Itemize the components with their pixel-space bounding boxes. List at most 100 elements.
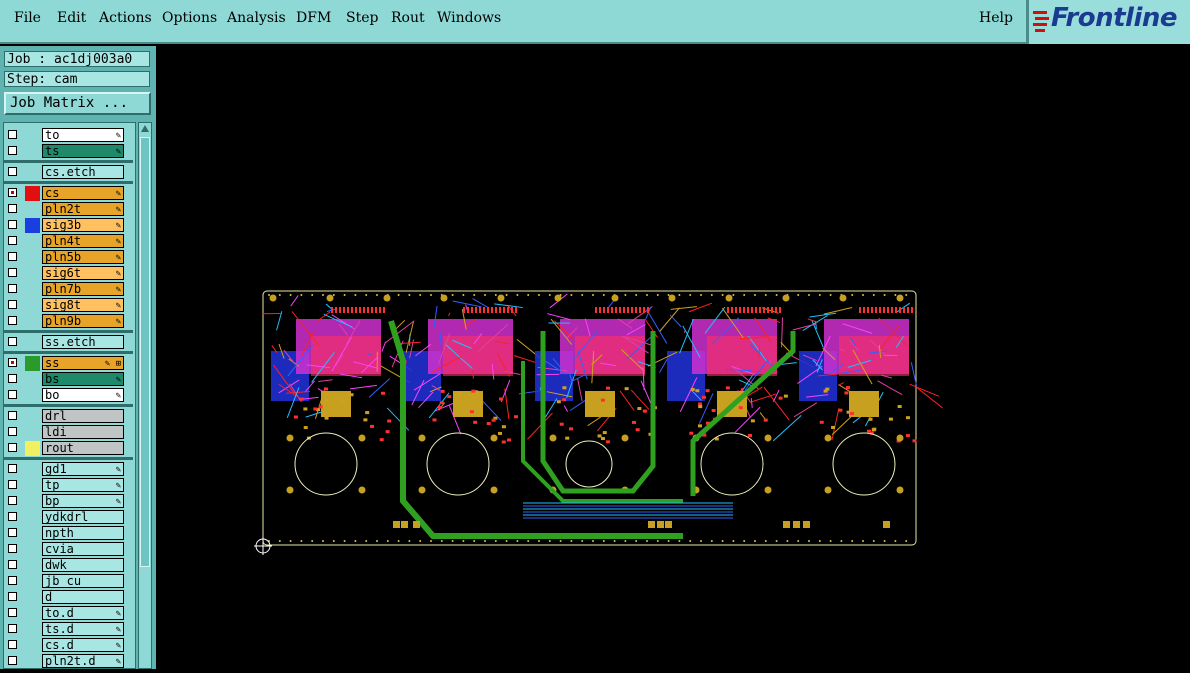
layer-color-swatch[interactable] bbox=[25, 510, 40, 525]
layer-row[interactable]: pln2t✎ bbox=[6, 202, 133, 217]
layer-checkbox[interactable] bbox=[8, 411, 17, 420]
layer-checkbox[interactable] bbox=[8, 268, 17, 277]
layer-color-swatch[interactable] bbox=[25, 202, 40, 217]
layer-row[interactable]: sig3b✎ bbox=[6, 218, 133, 233]
layer-color-swatch[interactable] bbox=[25, 494, 40, 509]
layer-name[interactable]: drl bbox=[42, 409, 124, 423]
layer-checkbox[interactable] bbox=[8, 512, 17, 521]
layer-color-swatch[interactable] bbox=[25, 218, 40, 233]
layer-row[interactable]: cvia bbox=[6, 542, 133, 557]
layer-row[interactable]: tp✎ bbox=[6, 478, 133, 493]
layer-color-swatch[interactable] bbox=[25, 574, 40, 589]
layer-checkbox[interactable] bbox=[8, 236, 17, 245]
layer-name[interactable]: dwk bbox=[42, 558, 124, 572]
layer-name[interactable]: bs✎ bbox=[42, 372, 124, 386]
layer-color-swatch[interactable] bbox=[25, 558, 40, 573]
layer-name[interactable]: bo✎ bbox=[42, 388, 124, 402]
layer-color-swatch[interactable] bbox=[25, 622, 40, 637]
layer-color-swatch[interactable] bbox=[25, 478, 40, 493]
layer-color-swatch[interactable] bbox=[25, 186, 40, 201]
layer-checkbox[interactable] bbox=[8, 624, 17, 633]
layer-row[interactable]: drl bbox=[6, 409, 133, 424]
layer-color-swatch[interactable] bbox=[25, 282, 40, 297]
layer-row[interactable]: gd1✎ bbox=[6, 462, 133, 477]
layer-checkbox[interactable] bbox=[8, 284, 17, 293]
layer-row[interactable]: pln4t✎ bbox=[6, 234, 133, 249]
layer-row[interactable]: sig6t✎ bbox=[6, 266, 133, 281]
layer-row[interactable]: to✎ bbox=[6, 128, 133, 143]
pcb-board-view[interactable] bbox=[156, 46, 1190, 669]
layer-checkbox[interactable] bbox=[8, 480, 17, 489]
layer-name[interactable]: cs.d✎ bbox=[42, 638, 124, 652]
layer-row[interactable]: sig8t✎ bbox=[6, 298, 133, 313]
menu-rout[interactable]: Rout bbox=[391, 10, 425, 26]
layer-color-swatch[interactable] bbox=[25, 409, 40, 424]
layer-checkbox[interactable] bbox=[8, 300, 17, 309]
layer-color-swatch[interactable] bbox=[25, 462, 40, 477]
layer-color-swatch[interactable] bbox=[25, 250, 40, 265]
layer-row[interactable]: bs✎ bbox=[6, 372, 133, 387]
layer-name[interactable]: rout bbox=[42, 441, 124, 455]
menu-actions[interactable]: Actions bbox=[99, 10, 152, 26]
layer-name[interactable]: ts.d✎ bbox=[42, 622, 124, 636]
layer-checkbox[interactable] bbox=[8, 146, 17, 155]
layer-checkbox[interactable] bbox=[8, 427, 17, 436]
menu-options[interactable]: Options bbox=[162, 10, 217, 26]
layer-name[interactable]: pln5b✎ bbox=[42, 250, 124, 264]
layer-checkbox[interactable] bbox=[8, 544, 17, 553]
layer-checkbox[interactable] bbox=[8, 337, 17, 346]
layer-name[interactable]: ss✎ ⊞ bbox=[42, 356, 124, 370]
layer-color-swatch[interactable] bbox=[25, 266, 40, 281]
menu-windows[interactable]: Windows bbox=[437, 10, 501, 26]
menu-dfm[interactable]: DFM bbox=[296, 10, 331, 26]
layer-checkbox[interactable] bbox=[8, 204, 17, 213]
layer-row[interactable]: pln7b✎ bbox=[6, 282, 133, 297]
layer-checkbox[interactable] bbox=[8, 464, 17, 473]
layer-name[interactable]: pln9b✎ bbox=[42, 314, 124, 328]
layer-color-swatch[interactable] bbox=[25, 425, 40, 440]
layer-checkbox[interactable] bbox=[8, 390, 17, 399]
layer-name[interactable]: to.d✎ bbox=[42, 606, 124, 620]
layer-name[interactable]: cs✎ bbox=[42, 186, 124, 200]
layer-row[interactable]: dwk bbox=[6, 558, 133, 573]
layer-checkbox[interactable] bbox=[8, 220, 17, 229]
layer-row[interactable]: bo✎ bbox=[6, 388, 133, 403]
layer-name[interactable]: pln4t✎ bbox=[42, 234, 124, 248]
layer-name[interactable]: npth bbox=[42, 526, 124, 540]
layer-name[interactable]: cs.etch bbox=[42, 165, 124, 179]
layer-checkbox[interactable] bbox=[8, 560, 17, 569]
layer-checkbox[interactable] bbox=[8, 130, 17, 139]
layer-name[interactable]: to✎ bbox=[42, 128, 124, 142]
layer-row[interactable]: ts✎ bbox=[6, 144, 133, 159]
layer-color-swatch[interactable] bbox=[25, 298, 40, 313]
layer-list-scrollbar[interactable] bbox=[138, 122, 152, 669]
layer-checkbox[interactable] bbox=[8, 576, 17, 585]
layer-color-swatch[interactable] bbox=[25, 606, 40, 621]
layer-name[interactable]: ldi bbox=[42, 425, 124, 439]
menu-help[interactable]: Help bbox=[979, 10, 1013, 26]
layer-row[interactable]: cs.d✎ bbox=[6, 638, 133, 653]
layer-color-swatch[interactable] bbox=[25, 335, 40, 350]
layer-name[interactable]: gd1✎ bbox=[42, 462, 124, 476]
layer-row[interactable]: ss.etch bbox=[6, 335, 133, 350]
layer-checkbox[interactable] bbox=[8, 374, 17, 383]
layer-color-swatch[interactable] bbox=[25, 590, 40, 605]
scroll-thumb[interactable] bbox=[140, 137, 150, 567]
layer-color-swatch[interactable] bbox=[25, 128, 40, 143]
layer-row[interactable]: rout bbox=[6, 441, 133, 456]
layer-name[interactable]: cvia bbox=[42, 542, 124, 556]
menu-step[interactable]: Step bbox=[346, 10, 378, 26]
layer-checkbox[interactable] bbox=[8, 188, 17, 197]
layer-row[interactable]: jb_cu bbox=[6, 574, 133, 589]
scroll-up-arrow-icon[interactable] bbox=[140, 124, 150, 134]
menu-analysis[interactable]: Analysis bbox=[227, 10, 286, 26]
layer-color-swatch[interactable] bbox=[25, 526, 40, 541]
menu-file[interactable]: File bbox=[14, 10, 41, 26]
layer-color-swatch[interactable] bbox=[25, 372, 40, 387]
layer-name[interactable]: d bbox=[42, 590, 124, 604]
layer-checkbox[interactable] bbox=[8, 358, 17, 367]
layer-color-swatch[interactable] bbox=[25, 542, 40, 557]
layer-row[interactable]: cs✎ bbox=[6, 186, 133, 201]
layer-name[interactable]: sig3b✎ bbox=[42, 218, 124, 232]
layer-name[interactable]: sig8t✎ bbox=[42, 298, 124, 312]
